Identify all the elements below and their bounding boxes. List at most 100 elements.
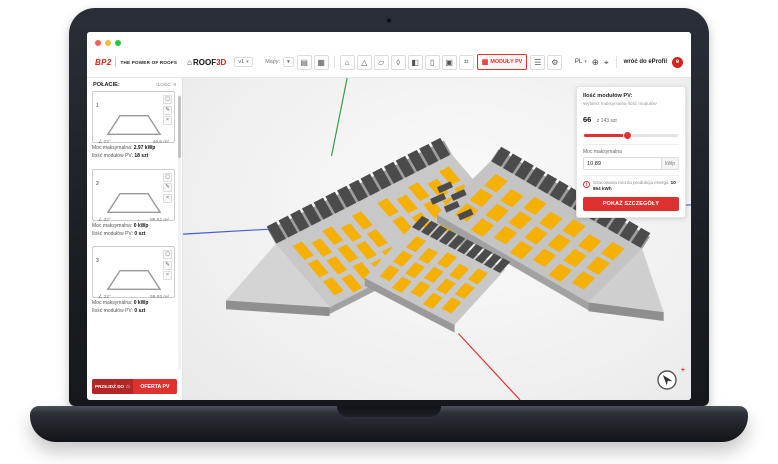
close-button[interactable] [95,40,101,46]
home-tool[interactable]: ⌂ [340,55,355,70]
globe-icon[interactable]: ⊕ [592,58,599,67]
target-icon[interactable]: ⌖ [604,58,609,67]
face-card[interactable]: 3◻✎×∠ 22°59.93 m² [92,246,175,298]
brand-tagline: THE POWER OF ROOFS [120,60,177,65]
face-modules-line: Ilość modułów PV: 0 szt [92,308,175,314]
compass-control[interactable]: + [656,369,678,391]
language-dropdown[interactable]: PL ▾ [575,59,587,65]
roof-face-item[interactable]: 1◻✎×∠ 22°46.5 m²Moc maksymalna: 2.97 kWp… [92,91,175,160]
face-modules-value: 0 szt [134,231,145,237]
sidebar-header: POŁACIE: ILOŚĆ: 8 [87,78,182,91]
laptop-base-notch [337,406,441,417]
face-number: 2 [96,181,99,187]
cta-left-segment: PRZEJDŹ DO ⌂ [92,379,133,394]
roof-tool[interactable]: ◊ [391,55,406,70]
pv-count-value: 66 z 143 szt [583,109,679,127]
chevron-down-icon: ▾ [584,59,587,65]
face-area: 88.52 m² [150,218,169,223]
pv-settings-panel: Ilość modułów PV: Wybierz maksymalną ilo… [576,86,686,218]
edit-face-button[interactable]: ✎ [163,261,172,270]
3d-viewport[interactable]: Ilość modułów PV: Wybierz maksymalną ilo… [183,78,691,400]
map-layer-tool[interactable]: ▤ [297,55,312,70]
face-card[interactable]: 2◻✎×∠ 22°88.52 m² [92,169,175,221]
bp2-logo[interactable]: BP2 [95,58,111,67]
window-controls [95,37,683,48]
max-power-unit: kWp [661,158,678,169]
face-power-label: Moc maksymalna: [92,300,132,306]
face-power-label: Moc maksymalna: [92,145,132,151]
eprofil-logo[interactable]: e [672,57,683,68]
face-actions: ◻ ✎× [163,95,172,125]
select-face-button[interactable]: ◻ [163,95,172,104]
satellite-view-tool[interactable]: ▦ [314,55,329,70]
scrollbar-thumb[interactable] [178,96,181,158]
face-actions: ◻✎ × [163,173,172,203]
app-header: BP2 THE POWER OF ROOFS ⌂ROOF3D v1 ▾ Mapy… [87,32,691,78]
face-angle: ∠ 22° [98,295,111,300]
minimize-button[interactable] [105,40,111,46]
cta-main-label: OFERTA PV [133,379,177,394]
show-details-button[interactable]: POKAŻ SZCZEGÓŁY [583,197,679,211]
laptop-base [30,406,748,442]
roof-faces-sidebar: POŁACIE: ILOŚĆ: 8 1◻✎×∠ 22°46.5 m²Moc ma… [87,78,183,400]
pv-panel-subtitle: Wybierz maksymalną ilość modułów [583,101,679,106]
toolbar-divider [334,56,335,68]
roof-face-item[interactable]: 3◻✎×∠ 22°59.93 m²Moc maksymalna: 0 kWpIl… [92,246,175,315]
face-modules-line: Ilość modułów PV: 0 szt [92,231,175,237]
cta-prefix-label: PRZEJDŹ DO [95,384,124,389]
slider-fill [584,134,627,137]
face-power-value: 2.97 kWp [134,145,156,151]
maps-dropdown[interactable]: ▾ [283,57,294,67]
dormer-tool[interactable]: ◧ [408,55,423,70]
pv-count-slider[interactable] [584,131,678,139]
language-label: PL [575,59,582,65]
go-to-pv-offer-button[interactable]: PRZEJDŹ DO ⌂ OFERTA PV [92,379,177,394]
zoom-plus-label[interactable]: + [681,367,685,374]
pv-panel-title: Ilość modułów PV: [583,93,679,99]
zoom-button[interactable] [115,40,121,46]
face-number: 1 [96,103,99,109]
pv-count-current: 66 [583,115,591,124]
face-modules-line: Ilość modułów PV: 18 szt [92,153,175,159]
roof3d-3d: 3D [216,58,226,67]
face-card-footer: ∠ 22°59.93 m² [96,295,171,300]
production-label: Szacowana roczna produkcja energii: [593,180,669,185]
select-face-button[interactable]: ◻ [163,173,172,182]
roof-face-item[interactable]: 2◻✎×∠ 22°88.52 m²Moc maksymalna: 0 kWpIl… [92,169,175,238]
delete-face-button[interactable]: × [163,271,172,280]
max-power-label: Moc maksymalna [583,149,679,155]
maps-label: Mapy: [265,59,280,65]
max-power-input[interactable]: 10.89 kWp [583,157,679,170]
pv-modules-label: MODUŁY PV [490,59,522,65]
offer-tool[interactable]: ☰ [530,55,545,70]
edit-face-button[interactable]: ✎ [163,106,172,115]
terrain-tool[interactable]: △ [357,55,372,70]
roof3d-logo[interactable]: ⌂ROOF3D [187,58,226,67]
building-tool[interactable]: ▱ [374,55,389,70]
pv-count-suffix: z 143 szt [597,118,617,124]
slider-thumb[interactable] [624,132,631,139]
sidebar-scrollbar[interactable] [178,94,181,370]
measure-tool[interactable]: ⌗ [459,55,474,70]
face-card[interactable]: 1◻✎×∠ 22°46.5 m² [92,91,175,143]
face-power-value: 0 kWp [134,223,149,229]
face-actions: ◻ ✎× [163,250,172,280]
max-power-value[interactable]: 10.89 [584,158,661,169]
brand-divider [115,57,116,67]
delete-face-button[interactable]: × [163,116,172,125]
delete-face-button[interactable]: × [163,194,172,203]
face-power-label: Moc maksymalna: [92,223,132,229]
settings-tool[interactable]: ⚙ [547,55,562,70]
sidebar-title: POŁACIE: [93,82,120,88]
face-power-line: Moc maksymalna: 2.97 kWp [92,145,175,151]
window-tool[interactable]: ▣ [442,55,457,70]
version-dropdown[interactable]: v1 ▾ [234,57,252,67]
edit-face-button[interactable]: ✎ [163,183,172,192]
back-to-eprofil-link[interactable]: wróć do eProfil [624,59,667,65]
main-tool-group: ⌂△▱◊◧▯▣⌗ [340,55,474,70]
pv-modules-button[interactable]: ▦ MODUŁY PV [477,54,528,70]
select-face-button[interactable]: ◻ [163,250,172,259]
chimney-tool[interactable]: ▯ [425,55,440,70]
face-modules-value: 18 szt [134,153,148,159]
face-thumbnail-icon [106,268,162,292]
